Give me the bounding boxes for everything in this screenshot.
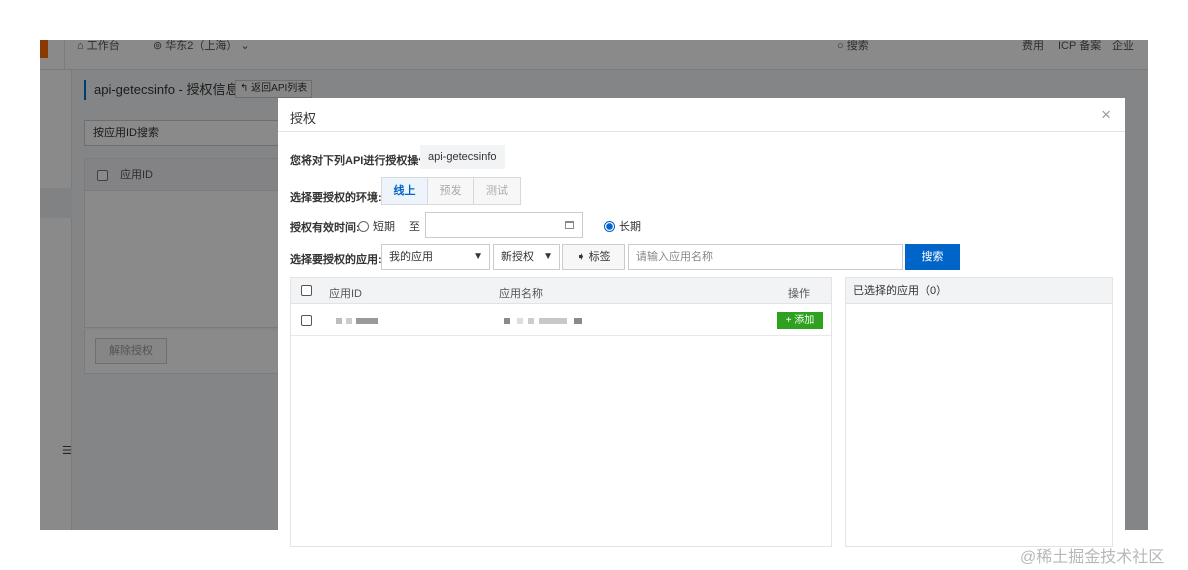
tag-button-label: 标签 xyxy=(588,251,611,263)
short-term-radio-dot xyxy=(358,220,369,232)
authorize-dialog: 授权 × 您将对下列API进行授权操作: api-getecsinfo 选择要授… xyxy=(278,98,1125,547)
app-scope-value: 我的应用 xyxy=(389,251,433,263)
chevron-down-icon: ▼ xyxy=(543,251,553,262)
app-name-search-input[interactable] xyxy=(628,244,903,270)
close-icon[interactable]: × xyxy=(1101,106,1111,123)
env-tabs: 线上 预发 测试 xyxy=(381,177,521,205)
validity-label: 授权有效时间: xyxy=(290,222,360,234)
row-checkbox[interactable] xyxy=(301,315,312,326)
selected-apps-header: 已选择的应用（0） xyxy=(846,278,1112,304)
api-name-tag: api-getecsinfo xyxy=(420,145,505,169)
redacted-app-name xyxy=(504,318,510,324)
tag-icon: ➧ xyxy=(576,251,589,263)
dialog-title: 授权 xyxy=(290,111,317,126)
end-date-picker[interactable] xyxy=(425,212,583,238)
app-label: 选择要授权的应用: xyxy=(290,254,382,266)
long-term-label: 长期 xyxy=(619,221,641,233)
add-app-button[interactable]: + 添加 xyxy=(777,312,823,329)
redacted-app-id xyxy=(346,318,352,324)
redacted-app-id xyxy=(356,318,378,324)
short-term-radio[interactable]: 短期 xyxy=(358,218,395,234)
col-action: 操作 xyxy=(788,288,810,300)
env-label: 选择要授权的环境: xyxy=(290,192,382,204)
redacted-app-name xyxy=(517,318,523,324)
app-list-header: 应用ID 应用名称 操作 xyxy=(291,278,831,304)
watermark: @稀土掘金技术社区 xyxy=(1020,549,1165,566)
env-tab-online[interactable]: 线上 xyxy=(382,178,428,204)
chevron-down-icon: ▼ xyxy=(473,251,483,262)
redacted-app-name xyxy=(574,318,582,324)
short-term-label: 短期 xyxy=(373,221,395,233)
col-app-id: 应用ID xyxy=(329,288,362,300)
tag-filter-button[interactable]: ➧ 标签 xyxy=(562,244,625,270)
select-all-apps-checkbox[interactable] xyxy=(301,285,312,296)
col-app-name: 应用名称 xyxy=(499,288,543,300)
selected-apps-panel: 已选择的应用（0） xyxy=(845,277,1113,547)
redacted-app-name xyxy=(528,318,534,324)
to-label: 至 xyxy=(409,221,420,233)
search-button[interactable]: 搜索 xyxy=(905,244,960,270)
redacted-app-id xyxy=(336,318,342,324)
dialog-header: 授权 × xyxy=(278,98,1125,132)
auth-type-value: 新授权 xyxy=(501,251,534,263)
calendar-icon[interactable] xyxy=(565,221,574,229)
long-term-radio[interactable]: 长期 xyxy=(604,218,641,234)
table-row: + 添加 xyxy=(291,304,831,336)
auth-type-select[interactable]: 新授权 ▼ xyxy=(493,244,560,270)
redacted-app-name xyxy=(539,318,567,324)
app-list-table: 应用ID 应用名称 操作 + 添加 xyxy=(290,277,832,547)
long-term-radio-dot xyxy=(604,220,615,232)
app-scope-select[interactable]: 我的应用 ▼ xyxy=(381,244,490,270)
env-tab-test[interactable]: 测试 xyxy=(474,178,520,204)
env-tab-prerelease[interactable]: 预发 xyxy=(428,178,474,204)
api-prompt-label: 您将对下列API进行授权操作: xyxy=(290,155,433,167)
